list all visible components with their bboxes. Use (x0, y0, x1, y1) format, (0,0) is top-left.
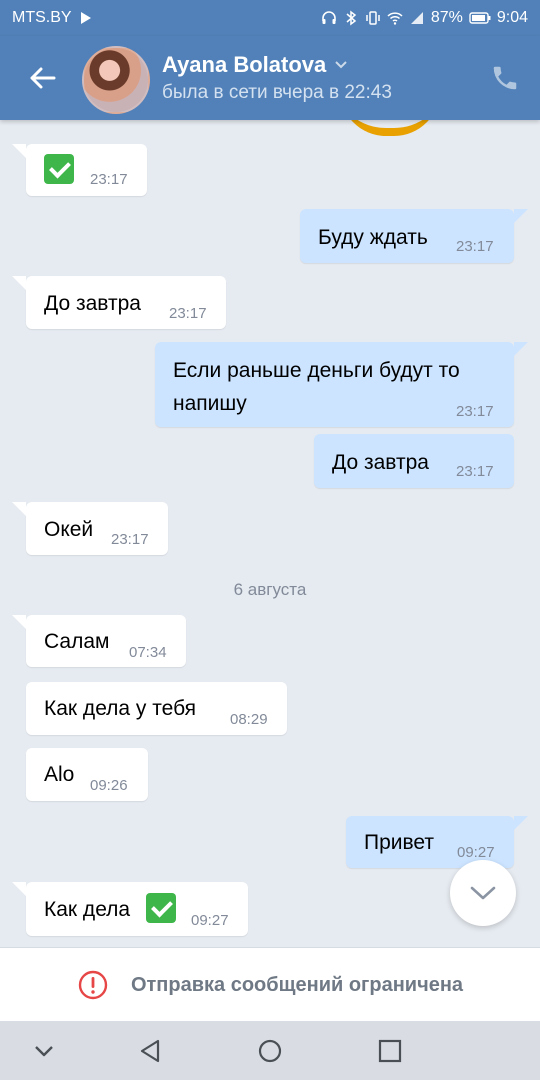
message-text: Как дела у тебя (44, 697, 197, 720)
nav-back-icon[interactable] (134, 1035, 166, 1067)
message-time: 09:27 (191, 912, 229, 929)
scroll-to-bottom-button[interactable] (450, 860, 516, 926)
message-outgoing[interactable]: До завтра 23:17 (314, 434, 514, 488)
message-incoming[interactable]: Как дела у тебя 08:29 (26, 682, 287, 735)
message-incoming[interactable]: 23:17 (12, 144, 147, 196)
clock: 9:04 (496, 9, 528, 26)
message-incoming[interactable]: Как дела 09:27 (12, 882, 248, 936)
message-text: Привет (364, 831, 435, 854)
check-mark-emoji-icon (146, 893, 176, 923)
message-time: 23:17 (456, 403, 494, 420)
chevron-down-icon (470, 886, 496, 900)
message-time: 23:17 (456, 463, 494, 480)
message-text: Окей (44, 518, 94, 541)
contact-name: Ayana Bolatova (162, 52, 327, 77)
nav-collapse-icon[interactable] (28, 1035, 60, 1067)
message-incoming[interactable]: Окей 23:17 (12, 502, 168, 555)
message-text: Alo (44, 763, 75, 786)
battery-icon (469, 12, 491, 24)
message-incoming[interactable]: До завтра 23:17 (12, 276, 226, 329)
message-text: Буду ждать (318, 226, 428, 249)
play-icon (80, 12, 91, 24)
restricted-notice-text: Отправка сообщений ограничена (130, 973, 464, 996)
avatar[interactable] (82, 46, 150, 114)
signal-icon (410, 12, 423, 24)
system-navigation-bar (0, 1021, 540, 1080)
nav-home-icon[interactable] (254, 1035, 286, 1067)
message-time: 23:17 (456, 238, 494, 255)
message-text: До завтра (44, 292, 141, 315)
message-incoming[interactable]: Салам 07:34 (12, 615, 186, 667)
message-time: 07:34 (129, 644, 167, 661)
nav-recents-icon[interactable] (374, 1035, 406, 1067)
message-text: До завтра (332, 451, 429, 474)
bluetooth-icon (346, 10, 357, 26)
last-seen-status: была в сети вчера в 22:43 (162, 82, 392, 103)
check-mark-emoji-icon (44, 154, 74, 184)
battery-percent: 87% (430, 9, 463, 26)
message-outgoing[interactable]: Буду ждать 23:17 (300, 209, 528, 263)
vibrate-icon (366, 11, 380, 25)
message-incoming[interactable]: Alo 09:26 (26, 748, 148, 801)
date-separator: 6 августа (233, 580, 307, 599)
status-bar: MTS.BY 87% 9:04 (0, 0, 540, 36)
message-text: Салам (44, 630, 110, 653)
wifi-icon (387, 12, 403, 25)
chat-header: Ayana Bolatova была в сети вчера в 22:43 (0, 36, 540, 120)
message-text-line: напишу (173, 392, 247, 415)
message-list[interactable]: 23:17 Буду ждать 23:17 До завтра 23:17 Е… (0, 120, 540, 947)
message-outgoing[interactable]: Если раньше деньги будут то напишу 23:17 (155, 342, 528, 427)
message-time: 23:17 (169, 305, 207, 322)
carrier-label: MTS.BY (12, 9, 72, 26)
message-time: 23:17 (111, 531, 149, 548)
contact-name-button[interactable]: Ayana Bolatova (162, 52, 348, 78)
messaging-restricted-bar: Отправка сообщений ограничена (0, 947, 540, 1022)
message-text-line: Если раньше деньги будут то (173, 359, 460, 382)
message-time: 09:27 (457, 844, 495, 861)
sticker-fragment (340, 120, 440, 136)
message-time: 23:17 (90, 171, 128, 188)
headphones-icon (322, 11, 336, 24)
message-time: 09:26 (90, 777, 128, 794)
alert-circle-icon (78, 970, 108, 1000)
phone-icon[interactable] (490, 63, 520, 93)
message-text: Как дела (44, 898, 131, 921)
back-arrow-icon[interactable] (26, 62, 58, 94)
message-time: 08:29 (230, 711, 268, 728)
chevron-down-icon (335, 61, 347, 69)
